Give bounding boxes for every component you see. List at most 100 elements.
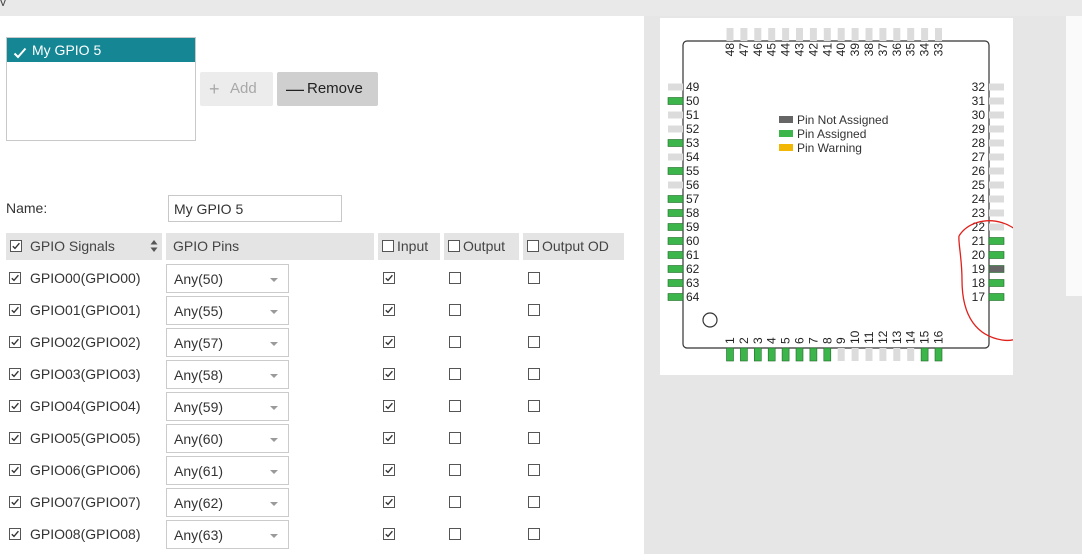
pin-pad[interactable] — [989, 153, 1004, 161]
pin-pad[interactable] — [989, 181, 1004, 189]
pin-pad[interactable] — [823, 28, 831, 41]
pin-pad[interactable] — [668, 111, 683, 119]
input-checkbox[interactable] — [383, 496, 395, 508]
pin-pad[interactable] — [988, 265, 1005, 273]
output-od-checkbox[interactable] — [528, 496, 540, 508]
scrollbar-track[interactable] — [1066, 16, 1082, 296]
signal-checkbox[interactable] — [9, 528, 21, 540]
signal-checkbox[interactable] — [9, 400, 21, 412]
output-od-checkbox[interactable] — [528, 336, 540, 348]
output-checkbox[interactable] — [449, 528, 461, 540]
pin-pad[interactable] — [823, 347, 832, 362]
pin-pad[interactable] — [989, 139, 1004, 147]
pin-pad[interactable] — [781, 347, 790, 362]
pin-pad[interactable] — [934, 347, 943, 362]
output-checkbox[interactable] — [449, 272, 461, 284]
output-od-checkbox[interactable] — [528, 400, 540, 412]
pin-pad[interactable] — [667, 279, 684, 287]
pin-pad[interactable] — [988, 237, 1005, 245]
pin-pad[interactable] — [809, 28, 817, 41]
signal-checkbox[interactable] — [9, 432, 21, 444]
output-od-checkbox[interactable] — [528, 304, 540, 316]
pin-pad[interactable] — [754, 347, 762, 362]
pin-pad[interactable] — [667, 209, 684, 217]
instance-list-item[interactable]: My GPIO 5 — [7, 38, 195, 62]
pin-select[interactable]: Any(57) — [166, 328, 289, 357]
remove-button[interactable]: — Remove — [277, 72, 378, 106]
output-checkbox[interactable] — [449, 496, 461, 508]
output-od-all-checkbox[interactable] — [527, 240, 539, 252]
pin-pad[interactable] — [667, 293, 684, 301]
pin-pad[interactable] — [989, 83, 1004, 91]
pin-pad[interactable] — [865, 348, 873, 361]
pin-pad[interactable] — [907, 28, 915, 41]
input-checkbox[interactable] — [383, 400, 395, 412]
pin-pad[interactable] — [920, 347, 929, 362]
pin-pad[interactable] — [667, 223, 684, 231]
pin-pad[interactable] — [667, 265, 684, 273]
pin-pad[interactable] — [935, 28, 942, 41]
pin-select[interactable]: Any(59) — [166, 392, 289, 421]
pin-pad[interactable] — [740, 28, 748, 41]
pin-pad[interactable] — [740, 347, 748, 362]
output-od-checkbox[interactable] — [528, 464, 540, 476]
pin-pad[interactable] — [667, 97, 684, 105]
input-all-checkbox[interactable] — [382, 240, 394, 252]
input-checkbox[interactable] — [383, 528, 395, 540]
pin-pad[interactable] — [768, 28, 776, 41]
pin-pad[interactable] — [989, 223, 1004, 231]
signal-checkbox[interactable] — [9, 304, 21, 316]
pin-pad[interactable] — [989, 209, 1004, 217]
header-input[interactable]: Input — [378, 233, 440, 260]
pin-pad[interactable] — [809, 347, 818, 362]
pin-pad[interactable] — [851, 28, 859, 41]
output-checkbox[interactable] — [449, 432, 461, 444]
output-checkbox[interactable] — [449, 464, 461, 476]
pin-pad[interactable] — [767, 347, 776, 362]
pin-pad[interactable] — [988, 293, 1005, 301]
pin-pad[interactable] — [893, 348, 901, 361]
pin-pad[interactable] — [879, 28, 887, 41]
pin-pad[interactable] — [667, 195, 684, 203]
output-od-checkbox[interactable] — [528, 272, 540, 284]
signal-checkbox[interactable] — [9, 368, 21, 380]
output-od-checkbox[interactable] — [528, 432, 540, 444]
signal-checkbox[interactable] — [9, 496, 21, 508]
pin-pad[interactable] — [865, 28, 873, 41]
pin-pad[interactable] — [795, 347, 804, 362]
pin-pad[interactable] — [989, 167, 1004, 175]
select-all-checkbox[interactable] — [10, 240, 22, 252]
pin-pad[interactable] — [988, 279, 1005, 287]
pin-pad[interactable] — [851, 348, 859, 361]
pin-pad[interactable] — [668, 153, 683, 161]
input-checkbox[interactable] — [383, 368, 395, 380]
pin-pad[interactable] — [796, 28, 803, 41]
pin-pad[interactable] — [921, 28, 929, 41]
pin-pad[interactable] — [893, 28, 901, 41]
pin-pad[interactable] — [667, 167, 684, 175]
input-checkbox[interactable] — [383, 272, 395, 284]
pin-pad[interactable] — [989, 97, 1004, 105]
pin-select[interactable]: Any(61) — [166, 456, 289, 485]
pin-select[interactable]: Any(50) — [166, 264, 289, 293]
pin-select[interactable]: Any(60) — [166, 424, 289, 453]
pin-pad[interactable] — [907, 348, 915, 361]
pin-pad[interactable] — [989, 111, 1004, 119]
output-checkbox[interactable] — [449, 336, 461, 348]
signal-checkbox[interactable] — [9, 272, 21, 284]
input-checkbox[interactable] — [383, 464, 395, 476]
pin-pad[interactable] — [667, 139, 684, 147]
instance-list[interactable]: My GPIO 5 — [6, 37, 196, 141]
pin-pad[interactable] — [668, 83, 683, 91]
output-all-checkbox[interactable] — [448, 240, 460, 252]
input-checkbox[interactable] — [383, 432, 395, 444]
pin-pad[interactable] — [754, 28, 762, 41]
header-output-od[interactable]: Output OD — [523, 233, 624, 260]
signal-checkbox[interactable] — [9, 336, 21, 348]
pin-pad[interactable] — [989, 195, 1004, 203]
pin-pad[interactable] — [782, 28, 790, 41]
pin-pad[interactable] — [668, 181, 683, 189]
pin-pad[interactable] — [989, 125, 1004, 133]
output-od-checkbox[interactable] — [528, 528, 540, 540]
add-button[interactable]: + Add — [200, 72, 273, 106]
